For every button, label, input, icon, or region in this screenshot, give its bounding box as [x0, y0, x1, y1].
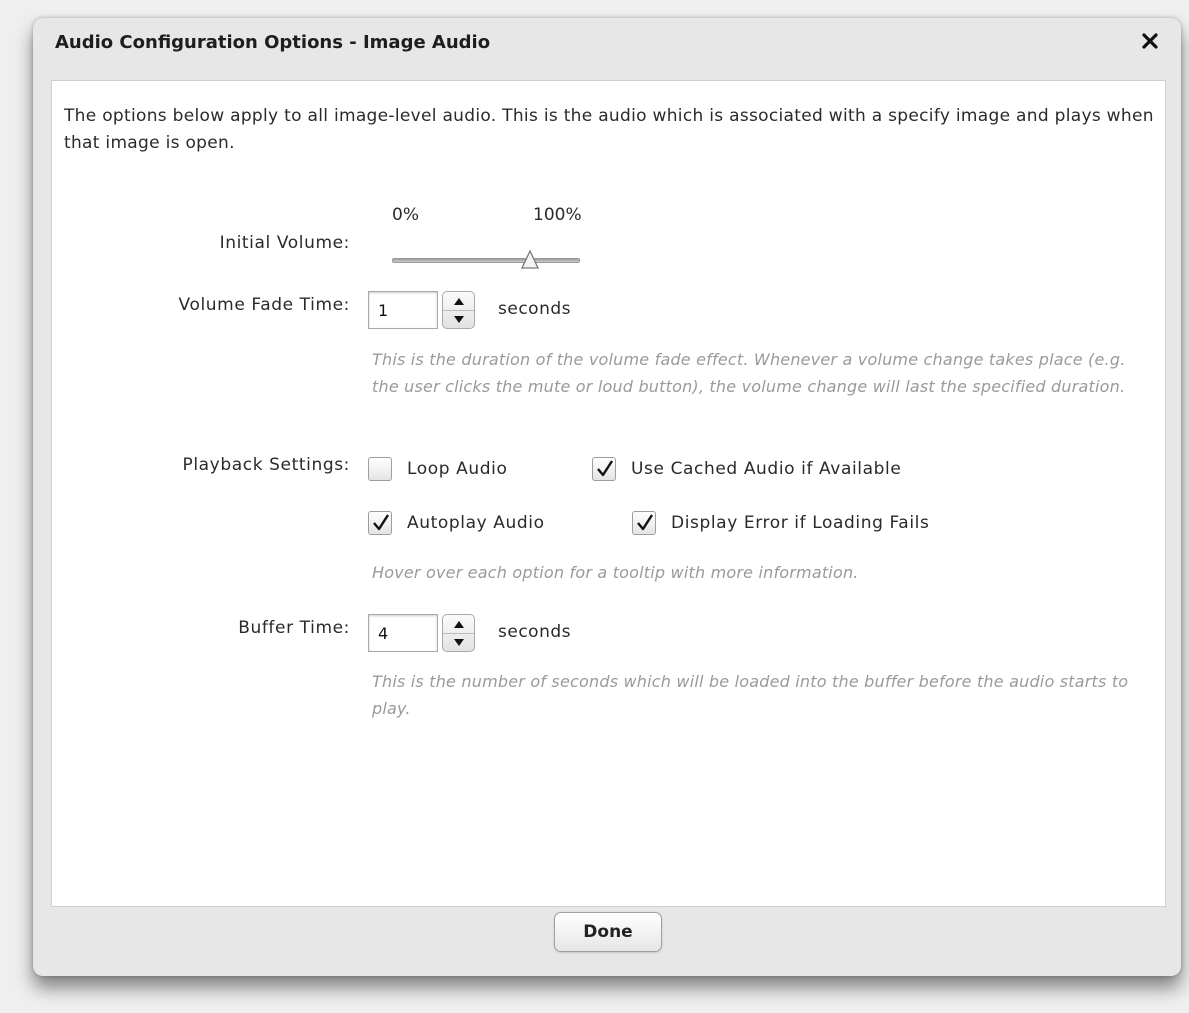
fade-time-help: This is the duration of the volume fade … [372, 350, 1126, 396]
initial-volume-label: Initial Volume: [219, 233, 350, 253]
checkmark-icon [597, 460, 614, 477]
options-panel: The options below apply to all image-lev… [51, 80, 1166, 907]
slider-thumb[interactable] [520, 249, 540, 271]
checkbox-box [592, 457, 616, 481]
display-error-label: Display Error if Loading Fails [671, 513, 930, 533]
arrow-up-icon [453, 297, 464, 305]
checkbox-box [632, 511, 656, 535]
initial-volume-slider[interactable] [392, 249, 580, 273]
audio-config-dialog: Audio Configuration Options - Image Audi… [33, 18, 1181, 976]
loop-audio-checkbox[interactable]: Loop Audio [368, 455, 508, 483]
volume-max-label: 100% [533, 205, 582, 225]
buffer-time-increment-button[interactable] [443, 615, 474, 634]
intro-text: The options below apply to all image-lev… [64, 106, 1154, 153]
buffer-time-stepper[interactable] [368, 614, 476, 654]
fade-time-stepper-buttons [442, 291, 475, 329]
playback-settings-help: Hover over each option for a tooltip wit… [372, 563, 859, 582]
checkbox-box [368, 457, 392, 481]
dialog-title: Audio Configuration Options - Image Audi… [55, 32, 491, 53]
close-icon[interactable] [1141, 28, 1159, 56]
checkmark-icon [637, 514, 654, 531]
fade-time-unit: seconds [498, 299, 571, 319]
autoplay-audio-checkbox[interactable]: Autoplay Audio [368, 509, 545, 537]
dialog-titlebar: Audio Configuration Options - Image Audi… [33, 18, 1181, 78]
use-cached-audio-label: Use Cached Audio if Available [631, 459, 902, 479]
done-button[interactable]: Done [554, 912, 662, 952]
buffer-time-help: This is the number of seconds which will… [372, 672, 1129, 718]
volume-fade-time-label: Volume Fade Time: [178, 295, 350, 315]
dialog-footer: Done [33, 908, 1181, 976]
checkmark-icon [373, 514, 390, 531]
loop-audio-label: Loop Audio [407, 459, 508, 479]
volume-min-label: 0% [392, 205, 419, 225]
fade-time-stepper[interactable] [368, 291, 476, 331]
buffer-time-unit: seconds [498, 622, 571, 642]
arrow-down-icon [453, 315, 464, 323]
arrow-up-icon [453, 620, 464, 628]
close-x-glyph [1142, 33, 1158, 49]
buffer-time-label: Buffer Time: [238, 618, 350, 638]
arrow-down-icon [453, 638, 464, 646]
slider-track [392, 258, 580, 263]
buffer-time-stepper-buttons [442, 614, 475, 652]
autoplay-audio-label: Autoplay Audio [407, 513, 545, 533]
buffer-time-input[interactable] [368, 614, 438, 652]
display-error-checkbox[interactable]: Display Error if Loading Fails [632, 509, 929, 537]
playback-settings-label: Playback Settings: [182, 455, 350, 475]
fade-time-input[interactable] [368, 291, 438, 329]
use-cached-audio-checkbox[interactable]: Use Cached Audio if Available [592, 455, 901, 483]
buffer-time-decrement-button[interactable] [443, 633, 474, 651]
fade-time-increment-button[interactable] [443, 292, 474, 311]
checkbox-box [368, 511, 392, 535]
fade-time-decrement-button[interactable] [443, 310, 474, 328]
slider-thumb-icon [520, 249, 540, 269]
